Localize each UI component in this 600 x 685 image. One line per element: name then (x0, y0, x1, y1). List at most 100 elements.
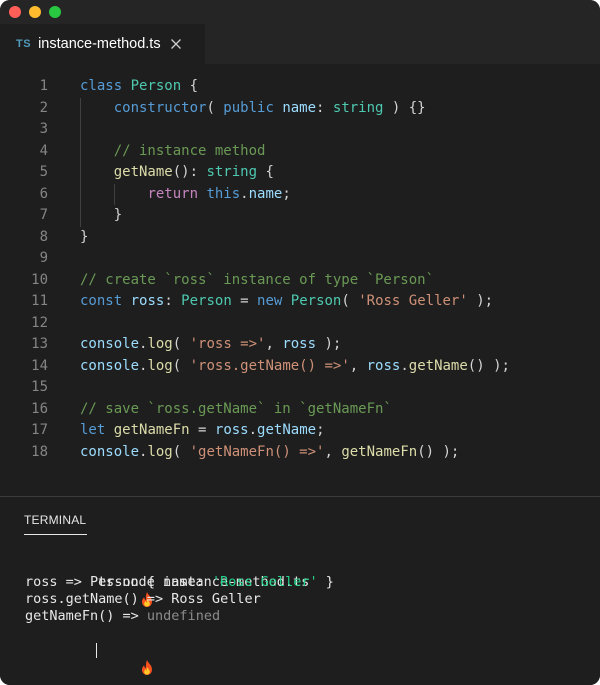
line-number: 10 (31, 271, 48, 288)
code-token: log (147, 336, 173, 352)
code-token: string (206, 164, 258, 180)
maximize-window-button[interactable] (49, 6, 61, 18)
code-token: 'ross.getName() =>' (189, 357, 350, 374)
output-undefined: undefined (146, 608, 221, 624)
code-token: ross (130, 293, 165, 309)
code-text: // save `ross.getName` in `getNameFn` (80, 399, 392, 421)
line-number: 14 (31, 357, 48, 374)
code-line: 17 let getNameFn = ross.getName; (0, 420, 600, 442)
code-token: , (324, 443, 342, 460)
code-token: getNameFn (113, 422, 190, 438)
code-token: string (332, 99, 384, 116)
output-text: getNameFn() => (25, 608, 147, 624)
code-line: 1 class Person { (0, 76, 600, 98)
code-text: // instance method (80, 141, 266, 163)
indent-guide (114, 183, 115, 205)
fire-icon (74, 642, 152, 675)
code-token: name (248, 185, 283, 202)
line-number: 15 (31, 379, 48, 395)
code-line: 7 } (0, 205, 600, 227)
code-token: () ); (417, 443, 460, 460)
code-line: 14 console. log( 'ross.getName() =>', ross… (0, 356, 600, 378)
code-line: 16 // save `ross.getName` in `getNameFn` (0, 399, 600, 421)
code-text: constructor( public name: string ) {} (80, 98, 426, 120)
code-line: 13 console.log( 'ross =>', ross ); (0, 334, 600, 356)
code-token: console (80, 336, 140, 352)
code-token: } (80, 228, 89, 245)
code-token: console (80, 443, 140, 460)
terminal-command-line: ts-node instance-method.ts (25, 557, 585, 607)
code-token: : (316, 99, 333, 116)
code-token: . (400, 357, 409, 374)
code-token: ( (172, 357, 190, 374)
close-window-button[interactable] (9, 6, 21, 18)
code-token: getName (257, 422, 317, 438)
code-token: this (206, 185, 241, 202)
code-token: () ); (467, 357, 510, 374)
code-token: let (80, 422, 106, 438)
output-text: ross.getName() => Ross Geller (25, 591, 261, 607)
code-token: . (248, 422, 258, 438)
code-token: ( (172, 336, 190, 352)
code-token: Person (181, 293, 232, 309)
tab-filename: instance-method.ts (38, 36, 161, 52)
code-token: : (164, 293, 182, 309)
code-token: console (80, 357, 140, 374)
code-token: ( (172, 443, 190, 460)
output-text: } (317, 574, 334, 590)
line-number: 11 (31, 293, 48, 309)
code-token: log (147, 357, 173, 374)
indent-guide (80, 97, 81, 227)
code-token: // save `ross.getName` in `getNameFn` (80, 400, 392, 417)
code-token: log (147, 443, 173, 460)
code-token: ross (214, 422, 249, 438)
code-line: 5 getName(): string { (0, 162, 600, 184)
code-token: 'getNameFn() =>' (189, 443, 325, 460)
title-bar (0, 0, 600, 24)
typescript-icon: TS (16, 38, 32, 50)
code-text: } (80, 227, 88, 249)
code-token: getNameFn (341, 443, 418, 460)
code-token: ); (467, 293, 494, 309)
code-token: , (265, 336, 283, 352)
code-editor[interactable]: 1 class Person {2 constructor( public nam… (0, 64, 600, 496)
code-text: } (80, 205, 122, 227)
terminal-prompt-line[interactable] (25, 625, 585, 675)
code-text: const ross: Person = new Person( 'Ross G… (80, 291, 493, 313)
line-number: 16 (31, 400, 48, 417)
code-line: 8} (0, 227, 600, 249)
code-line: 10 // create `ross` instance of type `Per… (0, 270, 600, 292)
code-text: console.log( 'getNameFn() =>', getNameFn… (80, 442, 459, 464)
code-token: ( (341, 293, 359, 309)
tab-instance-method[interactable]: TS instance-method.ts (0, 24, 205, 64)
code-token: . (240, 185, 249, 202)
terminal-output-line-1: ross => Person { name: 'Ross Geller' } (25, 574, 585, 591)
tab-terminal[interactable]: TERMINAL (24, 513, 86, 527)
code-text: class Person { (80, 76, 198, 98)
terminal-output-line-3: getNameFn() => undefined (25, 608, 585, 625)
line-number: 7 (39, 207, 48, 223)
code-text: let getNameFn = ross.getName; (80, 420, 325, 442)
tab-bar: TS instance-method.ts (0, 24, 600, 64)
close-icon[interactable] (169, 37, 183, 51)
code-line: 11 const ross: Person = new Person( 'Ross… (0, 291, 600, 313)
code-line: 9 (0, 248, 600, 270)
terminal-panel: TERMINAL ts-node instance-method.ts ross… (0, 497, 600, 685)
code-line: 12 (0, 313, 600, 335)
code-text: getName(): string { (80, 162, 274, 184)
line-number: 8 (39, 228, 48, 245)
code-token: ; (282, 185, 291, 202)
code-text: return this.name; (80, 184, 291, 206)
code-token: name (282, 99, 317, 116)
code-token: ( (206, 99, 224, 116)
code-token: // instance method (113, 142, 266, 159)
code-token: { (257, 164, 274, 180)
minimize-window-button[interactable] (29, 6, 41, 18)
code-token: new (257, 293, 283, 309)
code-token: Person (130, 78, 182, 94)
line-number: 5 (39, 164, 48, 180)
code-line: 3 (0, 119, 600, 141)
